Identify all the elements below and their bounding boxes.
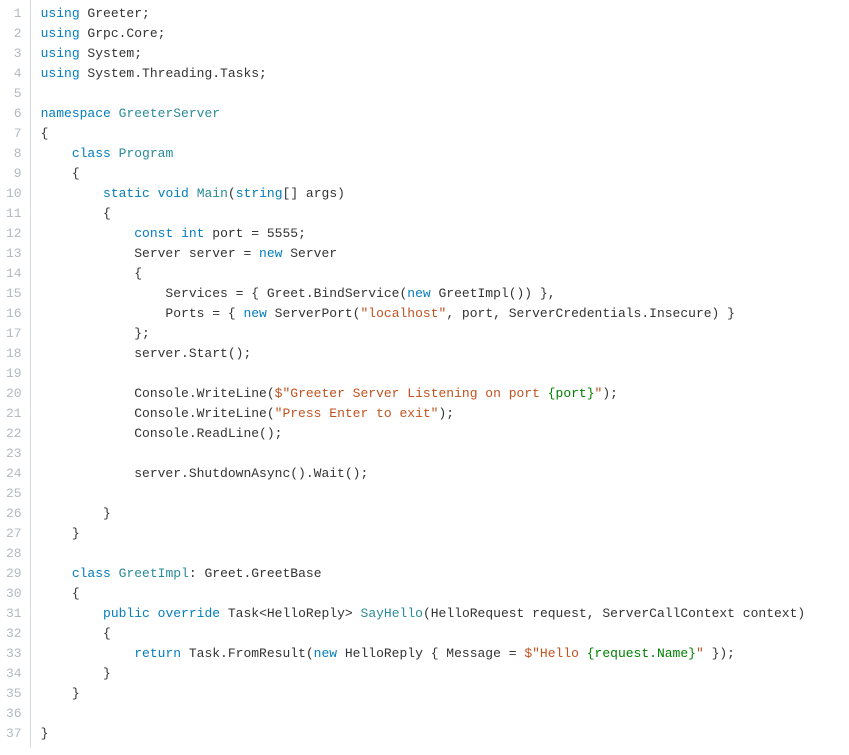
code-line [41, 484, 849, 504]
code-line: { [41, 204, 849, 224]
line-number: 18 [6, 344, 22, 364]
code-line [41, 444, 849, 464]
line-number: 26 [6, 504, 22, 524]
code-line: server.Start(); [41, 344, 849, 364]
code-line: public override Task<HelloReply> SayHell… [41, 604, 849, 624]
code-line: class Program [41, 144, 849, 164]
line-number: 34 [6, 664, 22, 684]
code-line: const int port = 5555; [41, 224, 849, 244]
line-number: 5 [6, 84, 22, 104]
code-line: { [41, 164, 849, 184]
code-line: static void Main(string[] args) [41, 184, 849, 204]
code-line: namespace GreeterServer [41, 104, 849, 124]
code-line [41, 704, 849, 724]
code-line: using Greeter; [41, 4, 849, 24]
code-line: { [41, 624, 849, 644]
line-number: 17 [6, 324, 22, 344]
line-number: 31 [6, 604, 22, 624]
line-number: 37 [6, 724, 22, 744]
code-line: Ports = { new ServerPort("localhost", po… [41, 304, 849, 324]
line-number: 1 [6, 4, 22, 24]
line-number: 22 [6, 424, 22, 444]
line-number: 16 [6, 304, 22, 324]
line-number: 27 [6, 524, 22, 544]
line-number: 15 [6, 284, 22, 304]
code-area[interactable]: using Greeter; using Grpc.Core; using Sy… [31, 0, 849, 748]
code-line: } [41, 504, 849, 524]
code-line: using Grpc.Core; [41, 24, 849, 44]
code-line [41, 84, 849, 104]
code-editor: 1234567891011121314151617181920212223242… [0, 0, 849, 748]
line-number: 19 [6, 364, 22, 384]
line-number: 11 [6, 204, 22, 224]
line-number-gutter: 1234567891011121314151617181920212223242… [0, 0, 31, 748]
line-number: 7 [6, 124, 22, 144]
code-line: }; [41, 324, 849, 344]
code-line [41, 544, 849, 564]
code-line: } [41, 524, 849, 544]
line-number: 28 [6, 544, 22, 564]
code-line: { [41, 124, 849, 144]
code-line: Console.WriteLine($"Greeter Server Liste… [41, 384, 849, 404]
code-line: using System; [41, 44, 849, 64]
line-number: 30 [6, 584, 22, 604]
line-number: 13 [6, 244, 22, 264]
line-number: 35 [6, 684, 22, 704]
line-number: 24 [6, 464, 22, 484]
code-line [41, 364, 849, 384]
line-number: 9 [6, 164, 22, 184]
code-line: Console.ReadLine(); [41, 424, 849, 444]
code-line: Server server = new Server [41, 244, 849, 264]
line-number: 2 [6, 24, 22, 44]
line-number: 23 [6, 444, 22, 464]
code-line: return Task.FromResult(new HelloReply { … [41, 644, 849, 664]
code-line: server.ShutdownAsync().Wait(); [41, 464, 849, 484]
line-number: 29 [6, 564, 22, 584]
code-line: Console.WriteLine("Press Enter to exit")… [41, 404, 849, 424]
code-line: using System.Threading.Tasks; [41, 64, 849, 84]
line-number: 32 [6, 624, 22, 644]
code-line: } [41, 664, 849, 684]
code-line: Services = { Greet.BindService(new Greet… [41, 284, 849, 304]
line-number: 21 [6, 404, 22, 424]
line-number: 12 [6, 224, 22, 244]
line-number: 33 [6, 644, 22, 664]
line-number: 8 [6, 144, 22, 164]
code-line: { [41, 264, 849, 284]
code-line: { [41, 584, 849, 604]
line-number: 6 [6, 104, 22, 124]
line-number: 10 [6, 184, 22, 204]
line-number: 14 [6, 264, 22, 284]
line-number: 20 [6, 384, 22, 404]
line-number: 4 [6, 64, 22, 84]
code-line: class GreetImpl: Greet.GreetBase [41, 564, 849, 584]
code-line: } [41, 724, 849, 744]
line-number: 36 [6, 704, 22, 724]
code-line: } [41, 684, 849, 704]
line-number: 3 [6, 44, 22, 64]
line-number: 25 [6, 484, 22, 504]
